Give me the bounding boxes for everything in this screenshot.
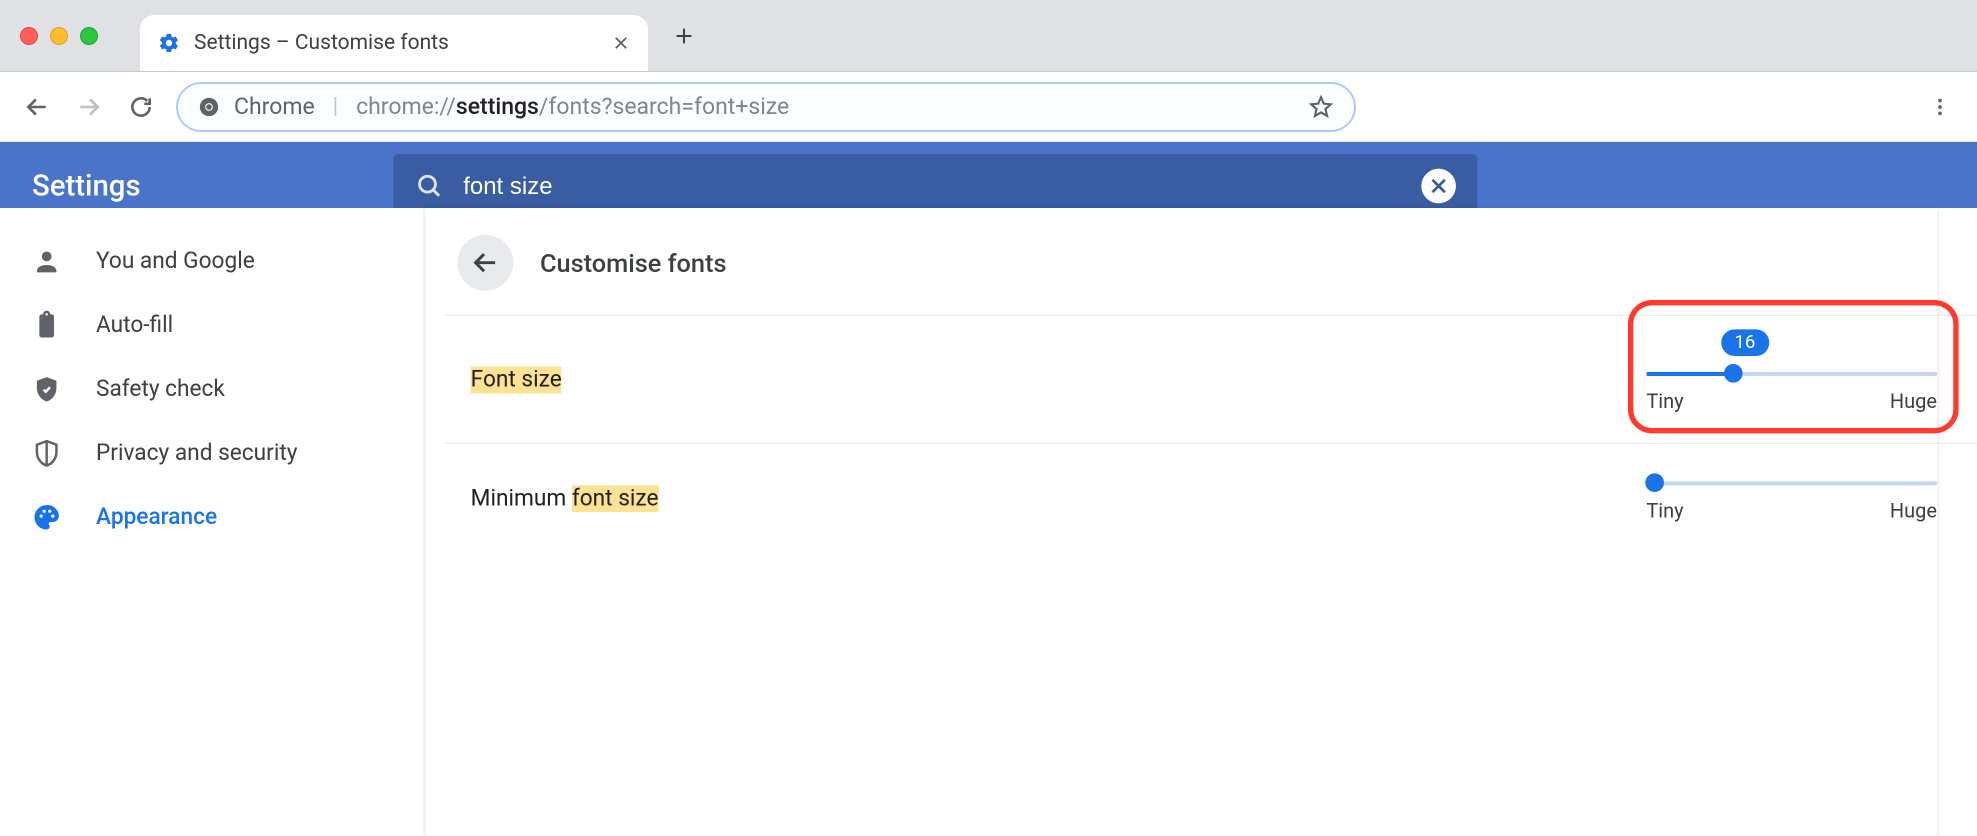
slider-min-label: Tiny [1646, 389, 1683, 413]
clipboard-icon [32, 311, 61, 340]
font-size-slider[interactable]: 16 Tiny Huge [1646, 364, 1937, 413]
close-icon[interactable] [612, 34, 630, 52]
sidebar-item-label: Appearance [96, 504, 217, 531]
gear-icon [158, 32, 180, 54]
url-scheme-label: Chrome [234, 93, 315, 120]
forward-button[interactable] [72, 90, 106, 124]
sidebar-item-appearance[interactable]: Appearance [0, 485, 424, 549]
person-icon [32, 247, 61, 276]
settings-search-input[interactable] [463, 172, 1403, 200]
sidebar-item-autofill[interactable]: Auto-fill [0, 293, 424, 357]
slider-max-label: Huge [1890, 389, 1937, 413]
url-text: chrome://settings/fonts?search=font+size [356, 93, 789, 120]
settings-sidebar: You and Google Auto-fill Safety check Pr… [0, 208, 424, 836]
slider-max-label: Huge [1890, 499, 1937, 523]
shield-check-icon [32, 375, 61, 404]
sidebar-item-label: Auto-fill [96, 312, 173, 339]
shield-icon [32, 439, 61, 468]
new-tab-button[interactable] [664, 16, 704, 56]
min-font-size-label: Minimum font size [471, 485, 659, 512]
slider-value-badge: 16 [1721, 329, 1769, 356]
tab-title: Settings – Customise fonts [194, 31, 598, 55]
min-font-size-slider[interactable]: Tiny Huge [1646, 473, 1937, 522]
tab-strip: Settings – Customise fonts [140, 0, 704, 71]
panel-header: Customise fonts [444, 224, 1977, 315]
reload-button[interactable] [124, 90, 158, 124]
window-minimize-button[interactable] [50, 27, 68, 45]
separator: | [333, 94, 338, 119]
sidebar-item-label: Privacy and security [96, 440, 298, 467]
sidebar-item-you-and-google[interactable]: You and Google [0, 229, 424, 293]
browser-tab[interactable]: Settings – Customise fonts [140, 15, 648, 71]
settings-title: Settings [32, 169, 141, 202]
address-bar[interactable]: Chrome | chrome://settings/fonts?search=… [176, 82, 1356, 132]
settings-panel: Customise fonts Font size 16 Tiny Huge M… [424, 208, 1977, 836]
panel-title: Customise fonts [540, 247, 727, 278]
window-close-button[interactable] [20, 27, 38, 45]
traffic-lights [20, 27, 98, 45]
search-icon [415, 171, 444, 200]
clear-search-button[interactable] [1422, 169, 1457, 204]
sidebar-item-safety-check[interactable]: Safety check [0, 357, 424, 421]
palette-icon [32, 503, 61, 532]
font-size-row: Font size 16 Tiny Huge [444, 315, 1977, 443]
slider-min-label: Tiny [1646, 499, 1683, 523]
overflow-menu-button[interactable] [1923, 90, 1957, 124]
font-size-label: Font size [471, 366, 562, 393]
window-chrome: Settings – Customise fonts [0, 0, 1977, 72]
chrome-icon [198, 96, 220, 118]
sidebar-item-label: You and Google [96, 248, 255, 275]
panel-back-button[interactable] [457, 235, 513, 291]
minimum-font-size-row: Minimum font size Tiny Huge [444, 443, 1977, 552]
back-button[interactable] [20, 90, 54, 124]
bookmark-star-icon[interactable] [1308, 94, 1334, 120]
sidebar-item-privacy[interactable]: Privacy and security [0, 421, 424, 485]
browser-toolbar: Chrome | chrome://settings/fonts?search=… [0, 72, 1977, 142]
window-zoom-button[interactable] [80, 27, 98, 45]
sidebar-item-label: Safety check [96, 376, 225, 403]
